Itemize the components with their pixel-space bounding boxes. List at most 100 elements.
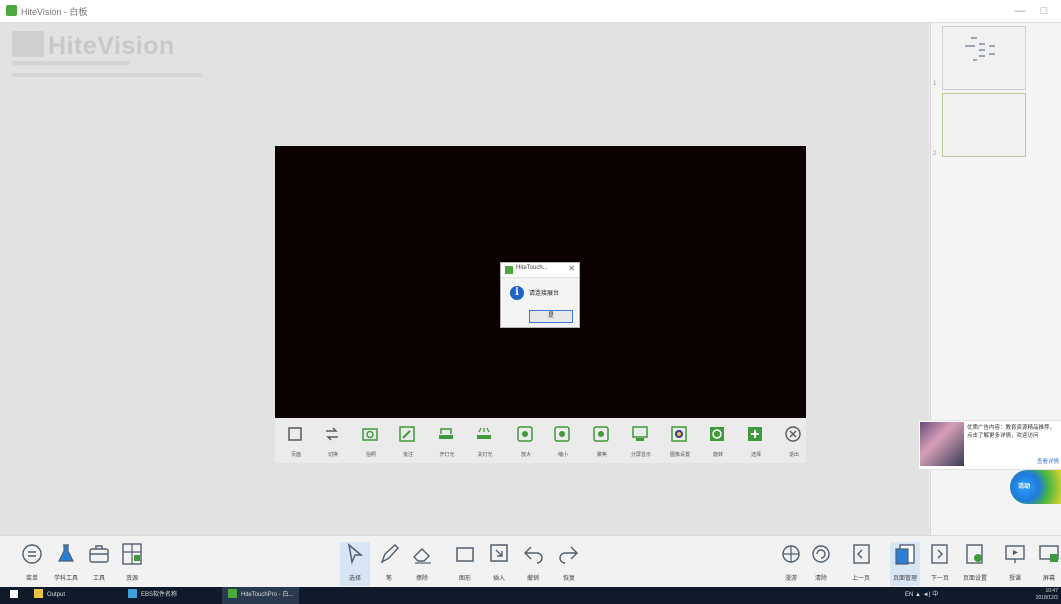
tools-icon: [89, 545, 109, 563]
brand-name: HiteVision: [48, 32, 175, 60]
window-title: HiteVision - 白板: [21, 7, 88, 17]
hitetouch-icon: [228, 589, 237, 598]
promo-badge[interactable]: 活动: [1010, 470, 1061, 504]
page-select-icon: [288, 427, 302, 441]
tool-label: 擦除: [415, 576, 428, 582]
settings-icon: [122, 543, 142, 565]
camera-tool-page-select[interactable]: 页面: [283, 422, 309, 462]
camera-tool-exit[interactable]: 退出: [781, 422, 807, 462]
page-manage-icon: [895, 544, 915, 565]
left-tool-tools[interactable]: 工具: [84, 542, 114, 586]
app-icon: [6, 5, 17, 16]
right-tool-page-manage[interactable]: 页面管理: [890, 542, 920, 586]
zoom-out-icon: [554, 426, 570, 442]
clear-icon: [812, 545, 830, 563]
dialog-close-button[interactable]: ✕: [568, 264, 575, 273]
camera-tool-image-settings[interactable]: 图像设置: [667, 422, 693, 462]
camera-tool-split-screen[interactable]: 分屏显示: [628, 422, 654, 462]
maximize-button[interactable]: □: [1034, 3, 1054, 19]
system-clock[interactable]: 10:47 2018/12/2: [1036, 588, 1058, 602]
camera-tool-select[interactable]: 选择: [743, 422, 769, 462]
split-screen-icon: [632, 426, 648, 441]
right-tool-prev-page[interactable]: 上一页: [846, 542, 876, 586]
right-tool-page-settings[interactable]: 页面设置: [960, 542, 990, 586]
center-tool-undo[interactable]: 撤销: [518, 542, 548, 586]
alert-dialog: HiteTouch... ✕ i 请连接展台 是: [500, 262, 580, 328]
tool-label: 资源: [125, 576, 138, 582]
camera-tool-light-off[interactable]: 关灯光: [472, 422, 498, 462]
page-thumbnail-1[interactable]: [942, 26, 1026, 90]
focus-icon: [593, 426, 609, 442]
taskbar-label: Output: [47, 592, 66, 598]
left-tool-menu[interactable]: 菜单: [17, 542, 47, 586]
tool-label: 页面设置: [962, 576, 987, 582]
image-settings-icon: [671, 426, 687, 442]
page-settings-icon: [966, 544, 983, 564]
tool-label: 清除: [814, 576, 827, 582]
next-page-icon: [931, 544, 948, 564]
right-tool-present[interactable]: 授课: [1000, 542, 1030, 586]
center-tool-eraser[interactable]: 擦除: [407, 542, 437, 586]
dialog-ok-button[interactable]: 是: [529, 310, 573, 323]
dialog-titlebar: HiteTouch... ✕: [501, 263, 579, 278]
light-off-icon: [477, 427, 491, 439]
minimize-button[interactable]: —: [1010, 3, 1030, 19]
taskbar-item-hitetouch[interactable]: HiteTouchPro - 白...: [222, 587, 300, 604]
app-icon: [128, 589, 137, 598]
camera-tool-switch[interactable]: 切换: [320, 422, 346, 462]
camera-tool-rotate[interactable]: 旋转: [705, 422, 731, 462]
camera-tool-zoom-in[interactable]: 放大: [513, 422, 539, 462]
center-tool-pen[interactable]: 笔: [374, 542, 404, 586]
camera-tool-zoom-out[interactable]: 缩小: [550, 422, 576, 462]
taskbar-label: EBS软件名称: [141, 592, 178, 598]
camera-tool-light-on[interactable]: 开灯光: [434, 422, 460, 462]
page-number: 2: [933, 151, 937, 157]
right-tool-screen[interactable]: 屏幕: [1034, 542, 1061, 586]
page-thumbnail-2[interactable]: [942, 93, 1026, 157]
camera-tool-label: 拍照: [365, 452, 376, 458]
folder-icon: [34, 589, 43, 598]
light-on-icon: [439, 428, 453, 439]
shape-icon: [456, 547, 474, 562]
insert-icon: [490, 544, 508, 562]
taskbar-item-ebs[interactable]: EBS软件名称: [128, 587, 177, 604]
camera-tool-annotate[interactable]: 批注: [395, 422, 421, 462]
camera-tool-label: 退出: [788, 452, 799, 458]
tool-label: 恢复: [562, 576, 575, 582]
zoom-in-icon: [517, 426, 533, 442]
subject-tools-icon: [58, 544, 74, 562]
brand-tagline-2: [12, 73, 202, 77]
dialog-message: 请连接展台: [529, 291, 560, 297]
taskbar-item-output[interactable]: Output: [34, 587, 65, 604]
switch-icon: [326, 427, 338, 441]
tool-label: 上一页: [851, 576, 870, 582]
center-tool-insert[interactable]: 插入: [484, 542, 514, 586]
clock-date: 2018/12/2: [1035, 595, 1058, 601]
left-tool-settings[interactable]: 资源: [117, 542, 147, 586]
present-icon: [1005, 545, 1025, 563]
system-tray[interactable]: EN ▲ ◄) 中: [905, 587, 938, 604]
center-tool-redo[interactable]: 恢复: [554, 542, 584, 586]
ad-popup[interactable]: 优质广告内容：教育资源精品推荐，点击了解更多详情，欢迎访问 查看详情: [918, 420, 1061, 470]
center-tool-select[interactable]: 选择: [340, 542, 370, 586]
camera-tool-capture[interactable]: 拍照: [358, 422, 384, 462]
camera-tool-focus[interactable]: 聚焦: [589, 422, 615, 462]
eraser-icon: [413, 548, 431, 564]
select-icon: [347, 543, 364, 565]
start-button[interactable]: [10, 587, 22, 604]
clock-time: 10:47: [1045, 588, 1058, 594]
center-tool-shape[interactable]: 图形: [450, 542, 480, 586]
camera-tool-label: 聚焦: [596, 452, 607, 458]
info-icon: i: [510, 286, 524, 300]
ad-text: 优质广告内容：教育资源精品推荐，点击了解更多详情，欢迎访问: [967, 425, 1056, 439]
camera-tool-label: 放大: [520, 452, 531, 458]
pen-icon: [380, 544, 399, 564]
camera-tool-label: 页面: [290, 452, 301, 458]
right-tool-clear[interactable]: 清除: [806, 542, 836, 586]
camera-tool-label: 旋转: [712, 452, 723, 458]
right-tool-next-page[interactable]: 下一页: [925, 542, 955, 586]
ad-more-link[interactable]: 查看详情: [1037, 457, 1059, 465]
left-tool-subject-tools[interactable]: 学科工具: [51, 542, 81, 586]
dialog-title: HiteTouch...: [516, 265, 548, 271]
capture-icon: [362, 428, 378, 441]
